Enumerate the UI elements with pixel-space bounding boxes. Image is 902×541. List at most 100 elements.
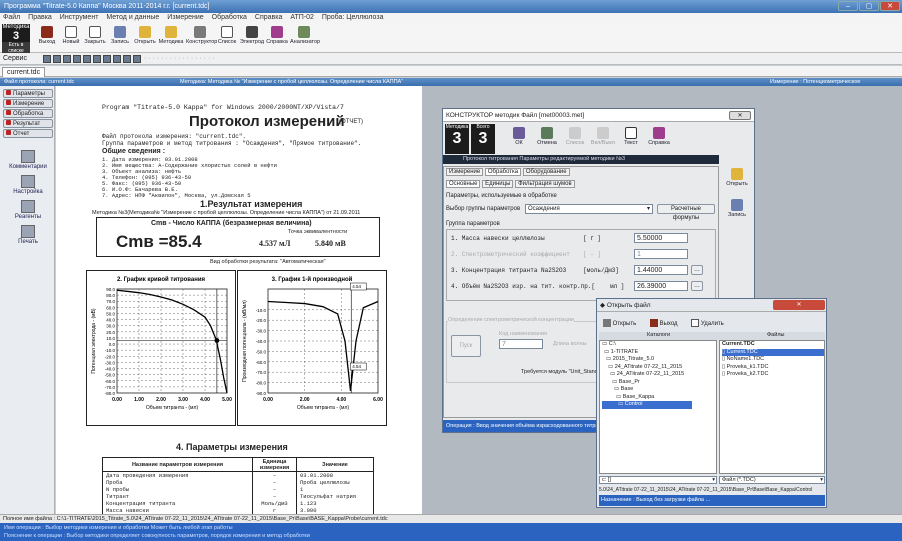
close-button[interactable]: ✕ <box>880 1 900 11</box>
dir-item[interactable]: ▭ 1-TITRATE <box>602 349 716 357</box>
group-select[interactable]: Осаждения ▾ <box>525 204 653 214</box>
menu-help[interactable]: Справка <box>255 13 282 23</box>
tool-icon-7[interactable] <box>102 55 111 63</box>
tab-current-tdc[interactable]: current.tdc <box>2 67 46 77</box>
tool-icon-2[interactable] <box>52 55 61 63</box>
tool-icon-5[interactable] <box>82 55 91 63</box>
window-title-bar: Программа "Titrate-5.0 Каппа" Москва 201… <box>0 0 902 13</box>
menu-process[interactable]: Обработка <box>212 13 247 23</box>
dirs-list[interactable]: ▭ C:\ ▭ 1-TITRATE ▭ 2015_Titrate_5.0 ▭ 2… <box>599 340 717 474</box>
save-button[interactable]: Запись <box>106 24 134 52</box>
konst-save-button[interactable]: Запись <box>723 197 751 225</box>
toggle-disabled-button[interactable]: Вкл/Выкл <box>589 125 617 153</box>
help-button[interactable]: Справка <box>263 24 291 52</box>
formulas-button[interactable]: Расчетные формулы <box>657 204 715 221</box>
maximize-button[interactable]: ▢ <box>859 1 879 11</box>
cancel-button[interactable]: Отмена <box>533 125 561 153</box>
tool-icon-6[interactable] <box>92 55 101 63</box>
operation-bar: Имя операции : Выбор методики измерения … <box>0 523 902 541</box>
tool-icon-8[interactable] <box>112 55 121 63</box>
tab-main[interactable]: Основные <box>446 180 481 188</box>
dir-item-selected[interactable]: ▭ Control <box>602 401 692 409</box>
dir-item[interactable]: ▭ 24_ATitrate 07-22_11_2015 <box>602 364 716 372</box>
result-heading: 1.Результат измерения <box>200 199 303 209</box>
menu-measure[interactable]: Измерение <box>167 13 203 23</box>
file-delete-button[interactable]: Удалить <box>691 319 724 327</box>
file-dialog-close-button[interactable]: ✕ <box>773 300 825 310</box>
menu-file[interactable]: Файл <box>3 13 20 23</box>
dir-item[interactable]: ▭ Base_Kappa <box>602 394 716 402</box>
tab-noise[interactable]: Фильтрация шумов <box>515 180 575 188</box>
comments-button[interactable]: Комментарии <box>3 150 53 170</box>
y-tick-label: 10.0 <box>106 336 115 341</box>
file-item[interactable]: ▯ Proveka_k1.TDC <box>722 364 824 372</box>
menu-atp[interactable]: АТП-02 <box>290 13 314 23</box>
group-line: Группа параметров и метод титрования : "… <box>102 140 362 147</box>
toggle-icon <box>597 127 609 139</box>
minimize-button[interactable]: – <box>838 1 858 11</box>
tool-icon-10[interactable] <box>132 55 141 63</box>
param-row-3-value[interactable]: 1.44000 <box>634 265 688 275</box>
menu-method[interactable]: Метод и данные <box>106 13 159 23</box>
menu-sample[interactable]: Проба: Целлюлоза <box>322 13 384 23</box>
electrode-button[interactable]: Электрод <box>238 24 266 52</box>
settings-button[interactable]: Настройка <box>3 175 53 195</box>
print-button[interactable]: Печать <box>3 225 53 245</box>
tool-icon-4[interactable] <box>72 55 81 63</box>
sidebar-report[interactable]: Отчет <box>3 129 53 138</box>
text-button[interactable]: Текст <box>617 125 645 153</box>
menu-tools[interactable]: Инструмент <box>60 13 99 23</box>
code-field[interactable]: 7 <box>499 339 543 349</box>
tab-equipment[interactable]: Оборудование <box>522 168 570 176</box>
konst-open-button[interactable]: Открыть <box>723 166 751 194</box>
method-button[interactable]: Методика <box>157 24 185 52</box>
menu-edit[interactable]: Правка <box>28 13 52 23</box>
tab-measurement[interactable]: Измерение <box>446 168 484 176</box>
constructor-button[interactable]: Конструктор <box>186 24 217 52</box>
file-exit-button[interactable]: Выход <box>649 319 678 327</box>
analyzer-button[interactable]: Анализатор <box>290 24 320 52</box>
param-row-2-value[interactable]: 1 <box>634 249 688 259</box>
x-axis-label: Объем титранта - (мл) <box>146 405 198 411</box>
sidebar-process[interactable]: Обработка <box>3 109 53 118</box>
param-row-4-value[interactable]: 26.39000 <box>634 281 688 291</box>
reagents-button[interactable]: Реагенты <box>3 200 53 220</box>
dir-item[interactable]: ▭ 24_ATitrate 07-22_11_2015 <box>602 371 716 379</box>
sidebar-measure[interactable]: Измерение <box>3 99 53 108</box>
close-doc-button[interactable]: Закрыть <box>81 24 109 52</box>
files-list[interactable]: Current.TDC ▯ Current.TDC ▯ NoName1.TDC … <box>719 340 825 474</box>
tab-units[interactable]: Единицы <box>482 180 514 188</box>
param-row-4-browse[interactable]: … <box>691 281 703 291</box>
service-label[interactable]: Сервис <box>3 55 27 62</box>
file-item[interactable]: ▯ NoName1.TDC <box>722 356 824 364</box>
file-item[interactable]: ▯ Proveka_k2.TDC <box>722 371 824 379</box>
file-item-selected[interactable]: ▯ Current.TDC <box>722 348 824 356</box>
drive-select[interactable]: c: [] ▾ <box>599 476 717 484</box>
file-open-button[interactable]: Открыть <box>603 319 636 327</box>
sidebar-result[interactable]: Результат <box>3 119 53 128</box>
dir-item[interactable]: ▭ C:\ <box>602 341 716 349</box>
list-disabled-button[interactable]: Список <box>561 125 589 153</box>
filter-select[interactable]: Файл (*.TDC) ▾ <box>719 476 825 484</box>
konst-help-button[interactable]: Справка <box>645 125 673 153</box>
dir-item[interactable]: ▭ Base <box>602 386 716 394</box>
param-row-3-browse[interactable]: … <box>691 265 703 275</box>
list-button[interactable]: Список <box>213 24 241 52</box>
tool-icon-9[interactable] <box>122 55 131 63</box>
sidebar-params[interactable]: Параметры <box>3 89 53 98</box>
constructor-close-button[interactable]: ✕ <box>729 111 751 120</box>
method-indicator[interactable]: Методика 3 Есть в списке <box>2 24 30 54</box>
start-button[interactable]: Пуск <box>451 335 481 357</box>
dir-item[interactable]: ▭ Base_Pr <box>602 379 716 387</box>
ok-button[interactable]: ОК <box>505 125 533 153</box>
open-button[interactable]: Открыть <box>131 24 159 52</box>
table-cell: Дата проведения измерения <box>102 471 253 479</box>
param-row-1-value[interactable]: 5.50000 <box>634 233 688 243</box>
param-row-2-label: 2. Спектрометрический коэффициент <box>451 251 570 258</box>
operation-name: Имя операции : Выбор методики измерения … <box>4 525 233 531</box>
tab-processing[interactable]: Обработка <box>484 168 522 176</box>
tool-icon-3[interactable] <box>62 55 71 63</box>
konst-help-icon <box>653 127 665 139</box>
tool-icon-1[interactable] <box>42 55 51 63</box>
dir-item[interactable]: ▭ 2015_Titrate_5.0 <box>602 356 716 364</box>
